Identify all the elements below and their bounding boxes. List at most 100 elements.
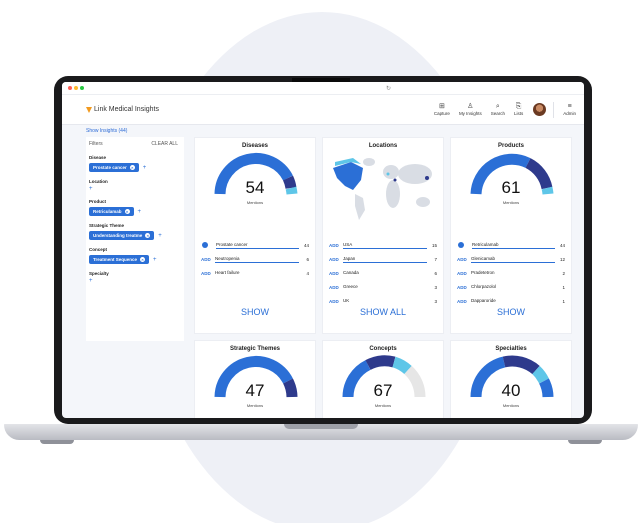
search-icon: ⌕ [495, 103, 500, 110]
remove-chip-icon[interactable]: × [140, 257, 146, 262]
add-button[interactable]: ADD [457, 271, 471, 276]
row-name: Greece [343, 284, 358, 289]
add-filter-icon[interactable]: + [153, 257, 157, 263]
mentions-count: 67 [373, 381, 393, 400]
insight-cards: Diseases 54 Mentions Prostate cancer 44 A… [194, 137, 572, 418]
row-name: Neutropenia [215, 256, 299, 263]
list-item[interactable]: Retriculamab 44 [457, 238, 565, 252]
card-title: Diseases [241, 143, 269, 149]
filter-label-specialty: Specialty [89, 271, 109, 276]
selected-check-icon[interactable] [458, 242, 464, 248]
filter-chip-concept[interactable]: Treatment Sequence × [89, 255, 150, 264]
laptop-foot [568, 440, 602, 444]
row-count: 12 [559, 256, 565, 262]
filter-chip-strategic-theme[interactable]: Understanding treatme × [89, 231, 155, 240]
mentions-label: Mentions [374, 403, 392, 408]
row-name: Canada [343, 270, 359, 275]
brand-name: Link Medical Insights [94, 106, 159, 113]
laptop-screen: ↻ Link Medical Insights ⊞ Capture ♙ My I… [62, 82, 584, 418]
chip-label: Treatment Sequence [93, 257, 138, 262]
concepts-card: Concepts 67 Mentions [322, 340, 444, 418]
row-name: Heart failure [215, 270, 240, 275]
row-name: Chlorpazolol [471, 284, 497, 289]
add-button[interactable]: ADD [329, 243, 343, 248]
add-filter-icon[interactable]: + [89, 278, 184, 284]
world-map[interactable] [329, 154, 439, 226]
clear-all-button[interactable]: CLEAR ALL [151, 141, 178, 147]
add-button[interactable]: ADD [329, 271, 343, 276]
card-title: Specialties [495, 346, 527, 352]
list-item[interactable]: ADD Heart failure 4 [201, 266, 309, 280]
card-title: Products [497, 143, 524, 149]
nav-label: Lists [513, 111, 524, 116]
list-item[interactable]: ADD Neutropenia 6 [201, 252, 309, 266]
remove-chip-icon[interactable]: × [145, 233, 151, 238]
row-count: 1 [562, 298, 565, 304]
menu-icon: ≡ [567, 103, 572, 110]
add-button[interactable]: ADD [329, 299, 343, 304]
add-button[interactable]: ADD [201, 257, 215, 262]
nav-admin[interactable]: ≡ Admin [563, 103, 576, 116]
lists-icon: ⎘ [515, 103, 522, 110]
locations-card: Locations ADD USA 15 ADD Japan 7 ADD Can… [322, 137, 444, 334]
user-avatar[interactable] [533, 103, 547, 116]
locations-list: ADD USA 15 ADD Japan 7 ADD Canada 6 ADD Greece 3… [329, 238, 437, 308]
filter-label-location: Location [89, 179, 108, 184]
card-title: Concepts [369, 346, 397, 352]
row-count: 2 [562, 270, 565, 276]
maximize-dot[interactable] [80, 86, 84, 90]
list-item[interactable]: Prostate cancer 44 [201, 238, 309, 252]
brand-logo[interactable]: Link Medical Insights [86, 106, 159, 113]
show-all-button[interactable]: SHOW ALL [323, 307, 443, 317]
list-item[interactable]: ADD Canada 6 [329, 266, 437, 280]
list-item[interactable]: ADD Glenicamab 12 [457, 252, 565, 266]
mentions-count: 40 [501, 381, 521, 400]
row-count: 44 [303, 242, 309, 248]
marketing-stage: ↻ Link Medical Insights ⊞ Capture ♙ My I… [0, 0, 642, 523]
row-name: Prostate cancer [216, 242, 299, 249]
filter-row-strategic-theme: Understanding treatme × + [89, 231, 184, 240]
filter-chip-disease[interactable]: Prostate cancer × [89, 163, 139, 172]
list-item[interactable]: ADD USA 15 [329, 238, 437, 252]
add-button[interactable]: ADD [457, 299, 471, 304]
add-button[interactable]: ADD [201, 271, 215, 276]
nav-search[interactable]: ⌕ Search [491, 103, 505, 116]
list-item[interactable]: ADD Japan 7 [329, 252, 437, 266]
list-item[interactable]: ADD Chlorpazolol 1 [457, 280, 565, 294]
products-list: Retriculamab 44 ADD Glenicamab 12 ADD Pradet… [457, 238, 565, 308]
add-filter-icon[interactable]: + [89, 186, 184, 192]
add-filter-icon[interactable]: + [143, 165, 147, 171]
chip-label: Prostate cancer [93, 165, 127, 170]
list-item[interactable]: ADD Dapparoride 1 [457, 294, 565, 308]
show-button[interactable]: SHOW [195, 307, 315, 317]
nav-my-insights[interactable]: ♙ My Insights [459, 103, 482, 116]
add-button[interactable]: ADD [329, 257, 343, 262]
filter-chip-product[interactable]: Retriculamab × [89, 207, 134, 216]
minimize-dot[interactable] [74, 86, 78, 90]
nav-lists[interactable]: ⎘ Lists [514, 103, 523, 116]
row-count: 3 [434, 298, 437, 304]
add-filter-icon[interactable]: + [138, 209, 142, 215]
selected-check-icon[interactable] [202, 242, 208, 248]
remove-chip-icon[interactable]: × [124, 209, 130, 214]
card-title: Locations [368, 143, 398, 149]
reload-icon[interactable]: ↻ [386, 85, 391, 92]
close-dot[interactable] [68, 86, 72, 90]
insights-icon: ♙ [467, 103, 474, 110]
chip-label: Retriculamab [93, 209, 122, 214]
add-button[interactable]: ADD [457, 285, 471, 290]
show-button[interactable]: SHOW [451, 307, 571, 317]
show-insights-link[interactable]: Show Insights (44) [62, 125, 584, 137]
row-count: 6 [306, 256, 309, 262]
row-count: 1 [562, 284, 565, 290]
remove-chip-icon[interactable]: × [129, 165, 135, 170]
list-item[interactable]: ADD UK 3 [329, 294, 437, 308]
add-button[interactable]: ADD [457, 257, 471, 262]
nav-label: Search [490, 111, 505, 116]
row-name: USA [343, 242, 427, 249]
nav-capture[interactable]: ⊞ Capture [434, 103, 450, 116]
list-item[interactable]: ADD Pradetetron 2 [457, 266, 565, 280]
add-button[interactable]: ADD [329, 285, 343, 290]
list-item[interactable]: ADD Greece 3 [329, 280, 437, 294]
add-filter-icon[interactable]: + [158, 233, 162, 239]
